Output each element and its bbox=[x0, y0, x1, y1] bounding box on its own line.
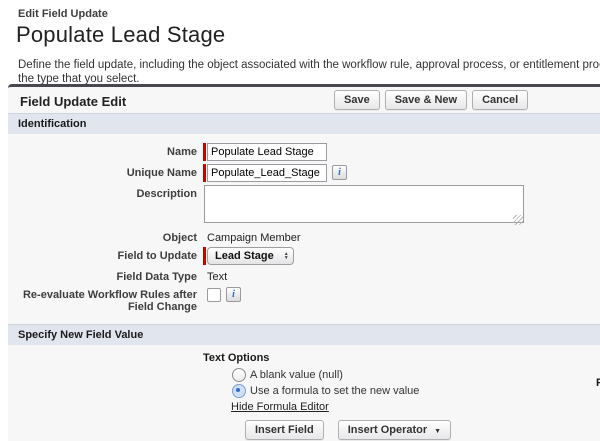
insert-operator-label: Insert Operator bbox=[348, 424, 427, 436]
cancel-button[interactable]: Cancel bbox=[472, 90, 528, 110]
save-button[interactable]: Save bbox=[334, 90, 380, 110]
field-data-type-value: Text bbox=[207, 268, 227, 283]
blank-value-radio-label: A blank value (null) bbox=[250, 369, 343, 381]
object-label: Object bbox=[8, 229, 197, 244]
functions-label: Functions bbox=[596, 377, 600, 389]
field-to-update-label: Field to Update bbox=[8, 247, 197, 262]
object-row: Object Campaign Member bbox=[8, 229, 600, 244]
formula-editor-buttons: Insert Field Insert Operator ▼ bbox=[245, 420, 600, 440]
required-marker bbox=[203, 247, 206, 265]
section-toolbar: Field Update Edit Save Save & New Cancel bbox=[8, 87, 600, 113]
field-data-type-label: Field Data Type bbox=[8, 268, 197, 283]
name-label: Name bbox=[8, 143, 197, 158]
identification-section-header: Identification bbox=[8, 113, 600, 134]
name-input[interactable] bbox=[207, 143, 327, 161]
unique-name-label: Unique Name bbox=[8, 164, 197, 179]
insert-operator-button[interactable]: Insert Operator ▼ bbox=[338, 420, 451, 440]
required-marker bbox=[203, 143, 206, 161]
formula-radio-row: Use a formula to set the new value bbox=[232, 384, 600, 398]
intro-text: Define the field update, including the o… bbox=[18, 58, 600, 86]
insert-field-button[interactable]: Insert Field bbox=[245, 420, 324, 440]
save-and-new-button[interactable]: Save & New bbox=[385, 90, 467, 110]
object-value: Campaign Member bbox=[207, 229, 301, 244]
breadcrumb: Edit Field Update bbox=[18, 8, 600, 20]
hide-formula-editor-link[interactable]: Hide Formula Editor bbox=[231, 401, 329, 413]
resize-handle-icon[interactable] bbox=[513, 215, 523, 225]
unique-name-row: Unique Name i bbox=[8, 164, 600, 182]
identification-form: Name Unique Name i Description bbox=[8, 134, 600, 324]
description-label: Description bbox=[8, 185, 197, 200]
specify-new-field-value-section-header: Specify New Field Value bbox=[8, 324, 600, 345]
unique-name-input[interactable] bbox=[207, 164, 327, 182]
formula-radio[interactable] bbox=[232, 384, 246, 398]
required-marker bbox=[203, 164, 206, 182]
select-value: Lead Stage bbox=[215, 250, 274, 262]
reevaluate-checkbox[interactable] bbox=[207, 288, 221, 302]
page-header: Edit Field Update Populate Lead Stage bbox=[0, 0, 600, 48]
formula-radio-label: Use a formula to set the new value bbox=[250, 385, 419, 397]
blank-value-radio-row: A blank value (null) bbox=[232, 368, 600, 382]
select-arrows-icon: ▲▼ bbox=[284, 252, 289, 260]
blank-value-radio[interactable] bbox=[232, 368, 246, 382]
field-data-type-row: Field Data Type Text bbox=[8, 268, 600, 283]
field-to-update-select[interactable]: Lead Stage ▲▼ bbox=[207, 247, 294, 265]
description-textarea[interactable] bbox=[204, 185, 524, 223]
info-icon[interactable]: i bbox=[226, 287, 241, 302]
intro-line-1: Define the field update, including the o… bbox=[18, 58, 600, 72]
reevaluate-label: Re-evaluate Workflow Rules after Field C… bbox=[8, 286, 197, 313]
toolbar-buttons: Save Save & New Cancel bbox=[334, 90, 528, 110]
page-title: Populate Lead Stage bbox=[16, 22, 600, 48]
chevron-down-icon: ▼ bbox=[434, 428, 441, 435]
text-options-label: Text Options bbox=[203, 352, 600, 364]
description-row: Description bbox=[8, 185, 600, 226]
text-options-block: Text Options A blank value (null) Use a … bbox=[8, 345, 600, 441]
name-row: Name bbox=[8, 143, 600, 161]
field-update-edit-section: Field Update Edit Save Save & New Cancel… bbox=[8, 84, 600, 441]
info-icon[interactable]: i bbox=[332, 165, 347, 180]
field-to-update-row: Field to Update Lead Stage ▲▼ bbox=[8, 247, 600, 265]
section-title: Field Update Edit bbox=[20, 94, 126, 109]
reevaluate-row: Re-evaluate Workflow Rules after Field C… bbox=[8, 286, 600, 313]
field-update-edit-page: Edit Field Update Populate Lead Stage De… bbox=[0, 0, 600, 441]
